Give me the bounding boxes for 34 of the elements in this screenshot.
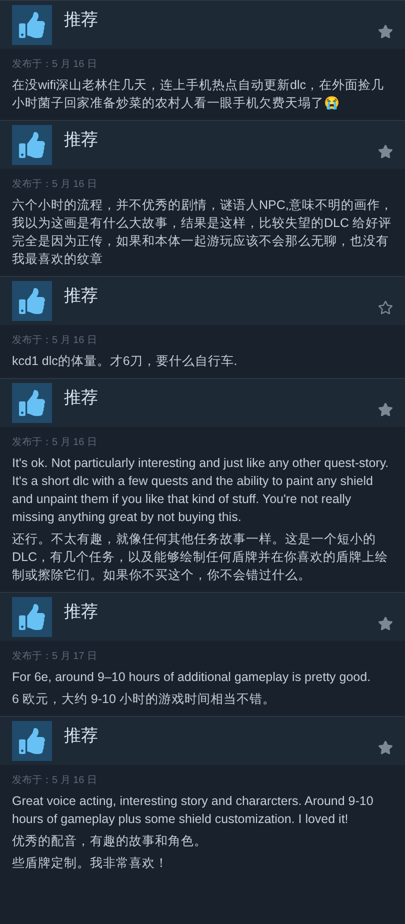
review-text: 6 欧元，大约 9-10 小时的游戏时间相当不错。: [11, 691, 276, 708]
verdict-label: 推荐: [64, 387, 98, 409]
thumbs-up-icon: [12, 721, 52, 761]
review-text: It's ok. Not particularly interesting and just like any other quest-story. It's a short dlc with a few quests and the ability to paint any shield and unpaint them if you like that kind of stuff. You're not really missing anything great by not buying this.: [11, 455, 390, 526]
thumbs-up-icon: [12, 281, 52, 321]
star-icon[interactable]: [378, 402, 393, 416]
review-text: 还行。不太有趣，就像任何其他任务故事一样。这是一个短小的DLC，有几个任务，以及能够绘制任何盾牌并在你喜欢的盾牌上绘制或擦除它们。如果你不买这个，你不会错过什么。: [11, 531, 390, 584]
star-icon[interactable]: [378, 740, 393, 754]
thumbs-up-icon: [12, 125, 52, 165]
star-icon[interactable]: [378, 144, 393, 158]
review-text: 些盾牌定制。我非常喜欢！: [11, 855, 169, 872]
post-date: 发布于：5 月 17 日: [11, 650, 98, 664]
post-date: 发布于：5 月 16 日: [11, 178, 98, 192]
post-date: 发布于：5 月 16 日: [11, 58, 98, 72]
verdict-label: 推荐: [64, 129, 98, 151]
star-icon[interactable]: [378, 300, 393, 314]
review-text: 在没wifi深山老林住几天，连上手机热点自动更新dlc，在外面捡几小时菌子回家准备炒菜的农村人看一眼手机欠费天塌了😭: [11, 77, 386, 112]
thumbs-up-icon: [12, 383, 52, 423]
review-text: 六个小时的流程，并不优秀的剧情，谜语人NPC,意味不明的画作，我以为这画是有什么大故事，结果是这样，比较失望的DLC 给好评完全是因为正传，如果和本体一起游玩应该不会那么无聊，也没有我最喜欢的纹章: [11, 197, 394, 268]
post-date: 发布于：5 月 16 日: [11, 774, 98, 788]
verdict-label: 推荐: [64, 9, 98, 31]
verdict-label: 推荐: [64, 601, 98, 623]
verdict-label: 推荐: [64, 725, 98, 747]
thumbs-up-icon: [12, 5, 52, 45]
review-text: Great voice acting, interesting story and chararcters. Around 9-10 hours of gameplay plus some shield customization. I loved it!: [11, 793, 374, 828]
post-date: 发布于：5 月 16 日: [11, 334, 98, 348]
verdict-label: 推荐: [64, 285, 98, 307]
review-text: For 6e, around 9–10 hours of additional gameplay is pretty good.: [11, 669, 372, 686]
thumbs-up-icon: [12, 597, 52, 637]
star-icon[interactable]: [378, 616, 393, 630]
star-icon[interactable]: [378, 24, 393, 38]
review-text: 优秀的配音，有趣的故事和角色。: [11, 833, 208, 850]
post-date: 发布于：5 月 16 日: [11, 436, 98, 450]
review-text: kcd1 dlc的体量。才6刀，要什么自行车.: [11, 353, 238, 370]
